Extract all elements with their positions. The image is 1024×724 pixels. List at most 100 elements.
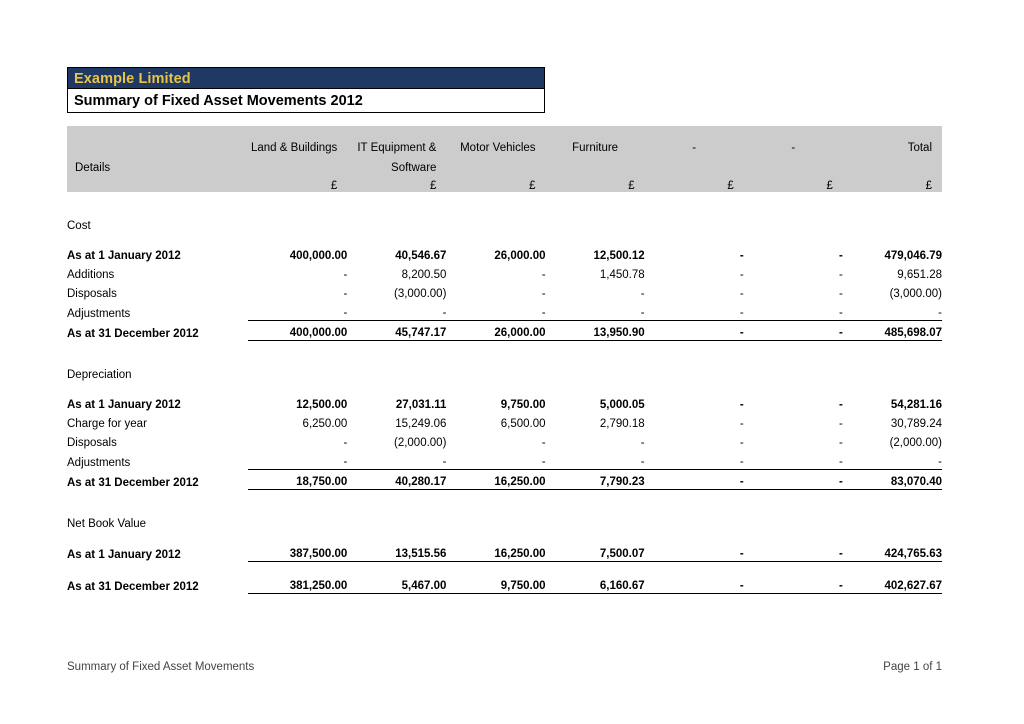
cell-it-equipment-and: 5,467.00: [347, 574, 447, 594]
section-heading-blank: [446, 359, 545, 381]
cell-total: 479,046.79: [884, 250, 942, 262]
table-row: As at 31 December 2012 400,000.00 45,747.1…: [67, 320, 942, 341]
cell-it-equipment-and: 15,249.06: [395, 418, 447, 430]
spacer-cell: [347, 232, 446, 244]
cell-total: (3,000.00): [889, 288, 942, 300]
fixed-asset-table-container: Land & Buildings IT Equipment & Motor Vehi…: [67, 126, 942, 594]
spacer-cell: [248, 192, 347, 210]
spacer-row: [67, 530, 942, 542]
cell-furniture: 2,790.18: [599, 418, 645, 430]
section-heading-blank: [248, 508, 347, 530]
cell-land-and-buildings: 18,750.00: [248, 469, 348, 490]
spacer-cell: [843, 562, 942, 575]
section-heading-blank: [347, 359, 446, 381]
cell-col: -: [644, 574, 744, 594]
table-row: Charge for year 6,250.00 15,249.06 6,500.00…: [67, 412, 942, 431]
cell-it-equipment-and: -: [442, 307, 447, 319]
section-heading-blank: [546, 359, 645, 381]
cell-total: 424,765.63: [842, 542, 942, 562]
cell-it-equipment-and: -: [442, 456, 447, 468]
row-label-additions: Additions: [67, 269, 115, 281]
cell-furniture: 13,950.90: [545, 320, 645, 341]
table-header-currency: £ £ £ £ £ £ £: [67, 174, 942, 192]
section-heading-depreciation: Depreciation: [67, 369, 132, 381]
spacer-cell: [645, 381, 744, 393]
currency-symbol: £: [545, 174, 645, 192]
spacer-cell: [645, 490, 744, 509]
cell-col: -: [739, 456, 744, 468]
spacer-cell: [446, 490, 545, 509]
column-header-line2-motor-vehicles: [446, 154, 546, 174]
column-header-col: -: [644, 126, 744, 154]
table-header-titles: Land & Buildings IT Equipment & Motor Vehi…: [67, 126, 942, 154]
cell-land-and-buildings: -: [343, 269, 348, 281]
table-row: As at 31 December 2012 18,750.00 40,280.17…: [67, 469, 942, 490]
cell-furniture: 12,500.12: [593, 250, 645, 262]
spacer-cell: [843, 381, 942, 393]
cell-col: -: [839, 288, 843, 300]
table-row: As at 1 January 2012 12,500.00 27,031.11 9,…: [67, 393, 942, 412]
spacer-cell: [248, 562, 347, 575]
footer-report-name: Summary of Fixed Asset Movements: [67, 661, 255, 673]
column-header-details-blank: [67, 126, 249, 154]
spacer-row: [67, 341, 942, 360]
section-heading-blank: [744, 359, 843, 381]
cell-furniture: -: [640, 456, 645, 468]
spacer-cell: [67, 381, 248, 393]
cell-furniture: -: [640, 437, 645, 449]
cell-col: -: [739, 269, 744, 281]
table-header-subtitles: Details Software: [67, 154, 942, 174]
cell-col: -: [644, 469, 744, 490]
spacer-row: [67, 490, 942, 509]
column-header-furniture: Furniture: [545, 126, 645, 154]
column-header-line2-it-equipment-and: Software: [347, 154, 447, 174]
spacer-cell: [744, 341, 843, 360]
spacer-cell: [645, 562, 744, 575]
spacer-cell: [347, 341, 446, 360]
cell-land-and-buildings: 381,250.00: [248, 574, 348, 594]
cell-col: -: [739, 399, 744, 411]
cell-total: 54,281.16: [890, 399, 942, 411]
row-label-as-at-31-december-2012: As at 31 December 2012: [67, 580, 199, 593]
cell-col: -: [739, 418, 744, 430]
cell-land-and-buildings: 400,000.00: [289, 250, 348, 262]
currency-symbol: £: [644, 174, 744, 192]
column-header-line2-col: [644, 154, 744, 174]
report-title: Summary of Fixed Asset Movements 2012: [67, 89, 545, 113]
row-label-as-at-1-january-2012: As at 1 January 2012: [67, 399, 181, 411]
row-label-as-at-31-december-2012: As at 31 December 2012: [67, 476, 199, 489]
spacer-cell: [546, 192, 645, 210]
cell-total: 83,070.40: [842, 469, 942, 490]
spacer-cell: [248, 530, 347, 542]
cell-motor-vehicles: 26,000.00: [446, 320, 546, 341]
cell-it-equipment-and: 40,546.67: [395, 250, 447, 262]
table-row: As at 31 December 2012 381,250.00 5,467.00…: [67, 574, 942, 594]
column-header-line2-total: [842, 154, 942, 174]
cell-total: -: [938, 307, 942, 319]
cell-col: -: [743, 574, 843, 594]
spacer-cell: [446, 530, 545, 542]
spacer-cell: [744, 530, 843, 542]
table-row: As at 1 January 2012 387,500.00 13,515.56 1…: [67, 542, 942, 562]
spacer-cell: [546, 232, 645, 244]
cell-motor-vehicles: -: [541, 307, 546, 319]
cell-land-and-buildings: 400,000.00: [248, 320, 348, 341]
column-header-motor-vehicles: Motor Vehicles: [446, 126, 546, 154]
spacer-cell: [67, 490, 248, 509]
spacer-cell: [546, 530, 645, 542]
cell-furniture: -: [640, 307, 645, 319]
spacer-cell: [446, 562, 545, 575]
section-heading-row: Net Book Value: [67, 508, 942, 530]
cell-motor-vehicles: 16,250.00: [446, 542, 546, 562]
section-heading-blank: [744, 508, 843, 530]
spacer-cell: [67, 530, 248, 542]
currency-symbol: £: [743, 174, 843, 192]
cell-motor-vehicles: -: [541, 437, 546, 449]
cell-land-and-buildings: 387,500.00: [248, 542, 348, 562]
cell-it-equipment-and: 27,031.11: [395, 399, 447, 411]
cell-land-and-buildings: -: [343, 456, 348, 468]
spacer-cell: [248, 232, 347, 244]
cell-total: 402,627.67: [842, 574, 942, 594]
cell-furniture: 1,450.78: [599, 269, 645, 281]
spacer-cell: [843, 232, 942, 244]
